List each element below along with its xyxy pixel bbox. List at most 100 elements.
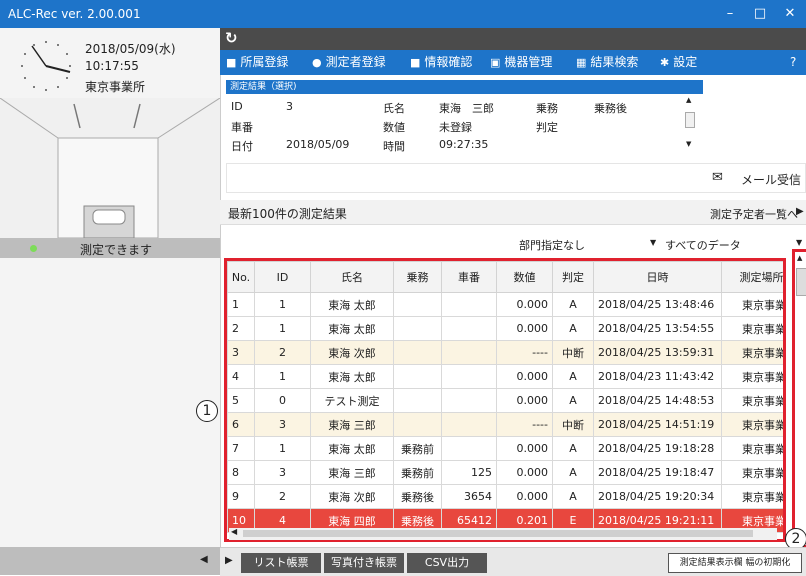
chevron-down-icon[interactable]: ▼	[650, 238, 656, 247]
table-row[interactable]: 50テスト測定 0.000A2018/04/25 14:48:53東京事業所	[227, 388, 783, 413]
scroll-up-icon[interactable]: ▲	[797, 254, 802, 262]
cell-no: 2	[227, 316, 255, 341]
nav-item-affiliation[interactable]: ■ 所属登録	[226, 50, 288, 75]
nav-item-info[interactable]: ■ 情報確認	[410, 50, 472, 75]
vscroll-thumb[interactable]	[796, 268, 806, 296]
cell-id: 1	[254, 292, 311, 317]
car-label: 車番	[231, 121, 253, 134]
photo-report-button[interactable]: 写真付き帳票	[324, 553, 404, 573]
nav-item-settings[interactable]: ✱ 設定	[660, 50, 697, 75]
column-header[interactable]: ID	[254, 261, 311, 293]
chevron-down-icon[interactable]: ▼	[796, 238, 802, 247]
nav-item-person[interactable]: ● 測定者登録	[312, 50, 386, 75]
clock-time: 10:17:55	[85, 59, 139, 73]
cell-value: 0.000	[496, 364, 553, 389]
person-icon: ●	[312, 56, 322, 69]
time-label: 時間	[383, 140, 405, 153]
collapse-left-icon[interactable]: ◀	[200, 554, 208, 565]
refresh-icon[interactable]: ↻	[225, 29, 238, 47]
hscroll-thumb[interactable]	[243, 530, 753, 537]
left-panel: 2018/05/09(水) 10:17:55 東京事業所 測定できます	[0, 28, 221, 547]
table-row[interactable]: 63東海 三郎 ----中断2018/04/25 14:51:19東京事業所	[227, 412, 783, 437]
room-illustration	[0, 98, 220, 238]
info-card-icon: ■	[410, 56, 421, 69]
expand-arrow-icon[interactable]: ▶	[225, 555, 233, 566]
cell-value: ----	[496, 340, 553, 365]
csv-export-button[interactable]: CSV出力	[407, 553, 487, 573]
column-header[interactable]: 判定	[552, 261, 594, 293]
cell-no: 3	[227, 340, 255, 365]
table-row[interactable]: 32東海 次郎 ----中断2018/04/25 13:59:31東京事業所	[227, 340, 783, 365]
cell-duty	[393, 340, 442, 365]
table-row[interactable]: 71東海 太郎乗務前 0.000A2018/04/25 19:18:28東京事業所	[227, 436, 783, 461]
nav-item-search[interactable]: ▦ 結果検索	[576, 50, 638, 75]
cell-value: ----	[496, 412, 553, 437]
table-row[interactable]: 9 2 東海 次郎 乗務後 3654 0.000 A 2018/04/25 19:20:34 東…	[227, 484, 783, 509]
cell-no: 9	[227, 484, 255, 509]
cell-judge: A	[552, 292, 594, 317]
column-header[interactable]: No.	[227, 261, 255, 293]
department-select[interactable]: 部門指定なし	[519, 237, 585, 253]
table-row[interactable]: 11東海 太郎0.000A2018/04/25 13:48:46東京事業所	[227, 292, 783, 317]
cell-name: 東海 三郎	[310, 412, 394, 437]
cell-name: 東海 三郎	[310, 460, 394, 485]
cell-place: 東京事業所	[721, 460, 783, 485]
list-report-button[interactable]: リスト帳票	[241, 553, 321, 573]
cell-car	[441, 388, 497, 413]
device-icon: ▣	[490, 56, 501, 69]
cell-datetime: 2018/04/25 13:48:46	[593, 292, 722, 317]
column-header[interactable]: 乗務	[393, 261, 442, 293]
table-row[interactable]: 41東海 太郎 0.000A2018/04/23 11:43:42東京事業所	[227, 364, 783, 389]
schedule-list-link[interactable]: 測定予定者一覧へ	[710, 206, 798, 222]
cell-car	[441, 364, 497, 389]
maximize-button[interactable]: □	[745, 0, 775, 28]
id-label: ID	[231, 100, 243, 113]
cell-datetime: 2018/04/23 11:43:42	[593, 364, 722, 389]
cell-duty	[393, 364, 442, 389]
cell-datetime: 2018/04/25 19:18:28	[593, 436, 722, 461]
column-header[interactable]: 氏名	[310, 261, 394, 293]
vertical-scrollbar-highlight[interactable]: ▲	[792, 249, 806, 548]
cell-name: 東海 太郎	[310, 436, 394, 461]
mail-receive-button[interactable]: メール受信	[741, 171, 801, 188]
close-button[interactable]: ✕	[775, 0, 805, 28]
office-name: 東京事業所	[85, 80, 146, 94]
scroll-thumb[interactable]	[685, 112, 695, 128]
filter-bar: 部門指定なし ▼ すべてのデータ ▼	[220, 232, 806, 254]
judge-label: 判定	[536, 121, 558, 134]
duty-value: 乗務後	[594, 102, 627, 115]
nav-item-device[interactable]: ▣ 機器管理	[490, 50, 552, 75]
cell-no: 5	[227, 388, 255, 413]
scroll-down-icon[interactable]: ▼	[686, 140, 691, 148]
horizontal-scrollbar[interactable]: ◀	[229, 527, 777, 540]
cell-id: 1	[254, 436, 311, 461]
mail-icon[interactable]: ✉	[712, 170, 723, 185]
cell-judge: A	[552, 364, 594, 389]
minimize-button[interactable]: –	[715, 0, 745, 28]
arrow-right-icon[interactable]: ▶	[796, 206, 804, 217]
selection-scrollbar[interactable]: ▲ ▼	[684, 96, 696, 154]
results-table: No. ID 氏名 乗務 車番 数値 判定 日時 測定場所 1 1 東海 太郎 0.0…	[227, 261, 783, 533]
cell-id: 2	[254, 340, 311, 365]
scroll-up-icon[interactable]: ▲	[686, 96, 691, 104]
table-row[interactable]: 8 3 東海 三郎 乗務前 125 0.000 A 2018/04/25 19:18:47 東京…	[227, 460, 783, 485]
scroll-left-icon[interactable]: ◀	[231, 527, 237, 536]
value-label: 数値	[383, 121, 405, 134]
cell-name: 東海 次郎	[310, 340, 394, 365]
column-header[interactable]: 測定場所	[721, 261, 783, 293]
help-button[interactable]: ?	[790, 50, 796, 75]
cell-id: 1	[254, 316, 311, 341]
selection-panel: ID 3 氏名 東海 三郎 乗務 乗務後 車番 数値 未登録 判定 日付 201…	[226, 94, 699, 156]
data-scope-select[interactable]: すべてのデータ	[665, 237, 741, 253]
cell-id: 2	[254, 484, 311, 509]
cell-name: 東海 太郎	[310, 316, 394, 341]
cell-id: 0	[254, 388, 311, 413]
cell-place: 東京事業所	[721, 484, 783, 509]
column-header[interactable]: 日時	[593, 261, 722, 293]
title-bar: ALC-Rec ver. 2.00.001 – □ ✕	[0, 0, 806, 28]
table-row[interactable]: 21東海 太郎 0.000A2018/04/25 13:54:55東京事業所	[227, 316, 783, 341]
column-header[interactable]: 車番	[441, 261, 497, 293]
cell-id: 3	[254, 460, 311, 485]
column-header[interactable]: 数値	[496, 261, 553, 293]
reset-width-button[interactable]: 測定結果表示欄 幅の初期化	[668, 553, 802, 573]
